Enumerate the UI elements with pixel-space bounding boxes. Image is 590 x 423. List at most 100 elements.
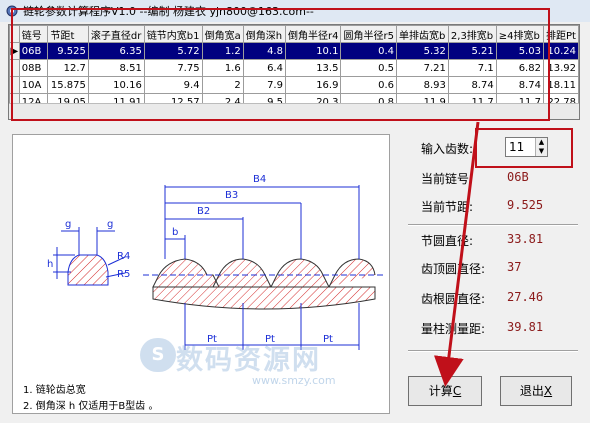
horizontal-scrollbar[interactable] (9, 103, 579, 119)
col-fillet-radius[interactable]: 圆角半径r5 (340, 25, 398, 43)
grid-cell[interactable]: 7.1 (447, 59, 497, 77)
grid-cell[interactable]: 9.4 (143, 76, 203, 94)
dim-label-b3: B3 (225, 190, 238, 201)
grid-cell[interactable]: 6.4 (242, 59, 286, 77)
grid-cell[interactable]: 10.24 (542, 42, 579, 60)
col-double-width[interactable]: 2,3排宽b (447, 25, 497, 43)
table-row[interactable]: ▶ 06B 9.525 6.35 5.72 1.2 4.8 10.1 0.4 5… (9, 42, 579, 60)
exit-button[interactable]: 退出X (500, 376, 572, 406)
grid-cell[interactable]: 8.93 (396, 76, 449, 94)
dim-label-r5: R5 (117, 269, 130, 280)
grid-cell[interactable]: 4.8 (242, 42, 286, 60)
grid-cell[interactable]: 7.75 (143, 59, 203, 77)
col-chamfer-depth[interactable]: 倒角深h (242, 25, 286, 43)
calculate-button[interactable]: 计算C (408, 376, 482, 406)
pitch-dia-label: 节圆直径: (421, 234, 474, 248)
grid-cell[interactable]: 10.1 (284, 42, 342, 60)
divider (408, 224, 578, 226)
dim-label-h: h (47, 259, 53, 270)
app-icon (6, 5, 18, 17)
dim-label-g-left: g (65, 219, 71, 230)
grid-header-row: 链号 节距t 滚子直径dr 链节内宽b1 倒角宽a 倒角深h 倒角半径r4 圆角… (9, 25, 579, 43)
root-dia-label: 齿根圆直径: (421, 292, 486, 306)
measure-label: 量柱测量距: (421, 322, 486, 336)
divider (408, 350, 578, 352)
note-line: 2. 倒角深 h 仅适用于B型齿 。 (23, 401, 159, 412)
watermark-text: 数码资源网 (176, 345, 321, 376)
window-title: 链轮参数计算程序V1.0 --编制 杨建衣 yjn800@163.com-- (23, 5, 314, 18)
col-chamfer-radius[interactable]: 倒角半径r4 (284, 25, 342, 43)
dim-label-pt-3: Pt (323, 334, 333, 345)
grid-cell[interactable]: 5.72 (143, 42, 203, 60)
grid-cell[interactable]: 13.92 (542, 59, 579, 77)
row-selector[interactable] (9, 76, 20, 94)
dim-label-g-right: g (107, 219, 113, 230)
grid-cell[interactable]: 1.6 (201, 59, 244, 77)
tip-dia-value: 37 (507, 260, 522, 274)
title-bar: 链轮参数计算程序V1.0 --编制 杨建衣 yjn800@163.com-- (0, 0, 590, 22)
grid-corner (9, 25, 20, 43)
grid-cell[interactable]: 8.51 (87, 59, 145, 77)
chain-data-grid[interactable]: 链号 节距t 滚子直径dr 链节内宽b1 倒角宽a 倒角深h 倒角半径r4 圆角… (8, 24, 580, 120)
exit-label: 退出 (519, 384, 544, 398)
grid-cell[interactable]: 9.525 (47, 42, 89, 60)
grid-cell[interactable]: 10.16 (87, 76, 145, 94)
grid-cell[interactable]: 7.21 (396, 59, 449, 77)
grid-cell[interactable]: 13.5 (284, 59, 342, 77)
grid-cell[interactable]: 5.03 (495, 42, 544, 60)
grid-cell[interactable]: 8.74 (447, 76, 497, 94)
teeth-input[interactable]: 11 (509, 140, 524, 154)
pitch-value: 9.525 (507, 198, 544, 212)
grid-cell[interactable]: 06B (18, 42, 49, 60)
col-single-width[interactable]: 单排齿宽b (396, 25, 449, 43)
grid-cell[interactable]: 15.875 (47, 76, 89, 94)
grid-cell[interactable]: 6.35 (87, 42, 145, 60)
grid-cell[interactable]: 18.11 (542, 76, 579, 94)
watermark-logo: S (140, 338, 176, 372)
grid-cell[interactable]: 7.9 (242, 76, 286, 94)
grid-cell[interactable]: 0.4 (340, 42, 398, 60)
calculate-hotkey: C (452, 384, 462, 398)
col-row-pitch[interactable]: 排距Pt (542, 25, 579, 43)
table-row[interactable]: 10A 15.875 10.16 9.4 2 7.9 16.9 0.6 8.93… (9, 76, 579, 94)
grid-cell[interactable]: 2 (201, 76, 244, 94)
grid-cell[interactable]: 12.7 (47, 59, 89, 77)
teeth-spinner[interactable]: 11 ▲ ▼ (505, 137, 548, 157)
grid-cell[interactable]: 16.9 (284, 76, 342, 94)
pitch-dia-value: 33.81 (507, 232, 544, 246)
grid-cell[interactable]: 8.74 (495, 76, 544, 94)
table-row[interactable]: 08B 12.7 8.51 7.75 1.6 6.4 13.5 0.5 7.21… (9, 59, 579, 77)
grid-cell[interactable]: 0.5 (340, 59, 398, 77)
grid-cell[interactable]: 10A (18, 76, 49, 94)
teeth-label: 输入齿数: (421, 142, 474, 156)
grid-cell[interactable]: 6.82 (495, 59, 544, 77)
col-roller-dia[interactable]: 滚子直径dr (87, 25, 145, 43)
exit-hotkey: X (543, 384, 553, 398)
col-multi-width[interactable]: ≥4排宽b (495, 25, 544, 43)
calculate-label: 计算 (428, 384, 453, 398)
pitch-label: 当前节距: (421, 200, 474, 214)
dim-label-r4: R4 (117, 251, 130, 262)
col-chain-no[interactable]: 链号 (18, 25, 49, 43)
col-pitch[interactable]: 节距t (47, 25, 89, 43)
grid-cell[interactable]: 5.21 (447, 42, 497, 60)
row-selector[interactable] (9, 59, 20, 77)
dim-label-b4: B4 (253, 174, 266, 185)
grid-cell[interactable]: 5.32 (396, 42, 449, 60)
note-line: 1. 链轮齿总宽 (23, 385, 86, 396)
spin-down-icon[interactable]: ▼ (535, 147, 547, 156)
grid-cell[interactable]: 0.6 (340, 76, 398, 94)
tip-dia-label: 齿顶圆直径: (421, 262, 486, 276)
watermark-url: www.smzy.com (252, 374, 336, 387)
root-dia-value: 27.46 (507, 290, 544, 304)
col-chamfer-width[interactable]: 倒角宽a (201, 25, 244, 43)
dim-label-b2: B2 (197, 206, 210, 217)
col-inner-width[interactable]: 链节内宽b1 (143, 25, 203, 43)
drawing-notes: 1. 链轮齿总宽 2. 倒角深 h 仅适用于B型齿 。 (23, 383, 158, 415)
dim-label-b: b (172, 227, 178, 238)
grid-cell[interactable]: 08B (18, 59, 49, 77)
measure-value: 39.81 (507, 320, 544, 334)
grid-cell[interactable]: 1.2 (201, 42, 244, 60)
spin-up-icon[interactable]: ▲ (535, 138, 547, 147)
row-selector-icon: ▶ (9, 42, 20, 60)
